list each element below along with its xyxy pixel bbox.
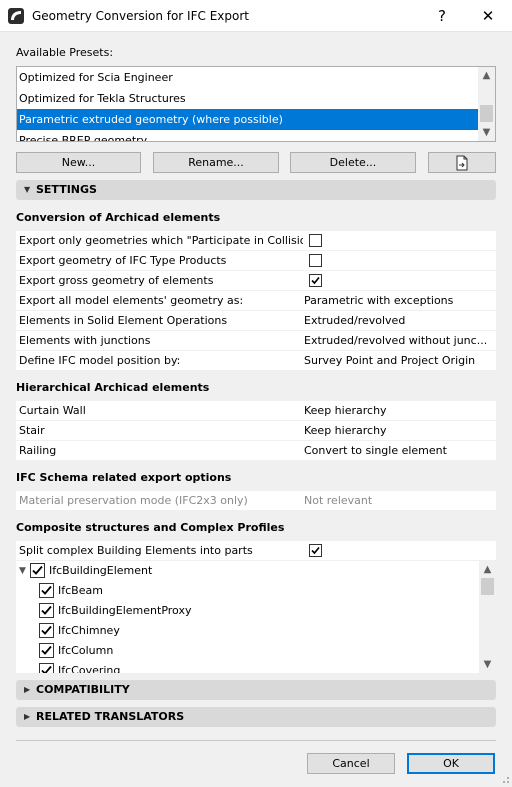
setting-row[interactable]: Elements in Solid Element Operations Ext… xyxy=(16,311,496,330)
tree-checkbox[interactable] xyxy=(39,623,54,638)
model-position-value[interactable]: Survey Point and Project Origin xyxy=(304,354,490,367)
setting-row[interactable]: Curtain Wall Keep hierarchy xyxy=(16,401,496,420)
checkmark-icon xyxy=(311,546,320,555)
checkmark-icon xyxy=(41,605,52,615)
checkmark-icon xyxy=(311,276,320,285)
hierarchical-group-title: Hierarchical Archicad elements xyxy=(16,381,210,394)
new-preset-button[interactable]: New... xyxy=(16,152,141,173)
collapse-arrow-icon: ▼ xyxy=(24,185,31,194)
checkmark-icon xyxy=(41,665,52,673)
presets-label: Available Presets: xyxy=(16,46,114,59)
scroll-thumb[interactable] xyxy=(480,105,493,122)
title-bar: Geometry Conversion for IFC Export ? ✕ xyxy=(0,0,512,32)
tree-scrollbar[interactable]: ▲ ▼ xyxy=(479,561,496,673)
delete-preset-button[interactable]: Delete... xyxy=(290,152,416,173)
stair-value[interactable]: Keep hierarchy xyxy=(304,424,490,437)
archicad-logo-icon xyxy=(8,8,24,24)
setting-row[interactable]: Export gross geometry of elements xyxy=(16,271,496,290)
participate-collision-checkbox[interactable] xyxy=(309,234,322,247)
cancel-button[interactable]: Cancel xyxy=(307,753,395,774)
help-icon[interactable]: ? xyxy=(432,6,452,26)
material-mode-value: Not relevant xyxy=(304,494,373,507)
scroll-down-icon[interactable]: ▼ xyxy=(479,656,496,673)
tree-checkbox[interactable] xyxy=(39,663,54,673)
scroll-up-icon[interactable]: ▲ xyxy=(479,561,496,578)
ok-button[interactable]: OK xyxy=(407,753,495,774)
split-elements-checkbox[interactable] xyxy=(309,544,322,557)
setting-row[interactable]: Export all model elements' geometry as: … xyxy=(16,291,496,310)
resize-grip-icon[interactable] xyxy=(500,774,510,784)
scroll-thumb[interactable] xyxy=(481,578,494,595)
expand-chevron-icon[interactable]: ▼ xyxy=(19,566,26,576)
geometry-mode-value[interactable]: Parametric with exceptions xyxy=(304,294,490,307)
rename-preset-button[interactable]: Rename... xyxy=(153,152,279,173)
setting-row[interactable]: Elements with junctions Extruded/revolve… xyxy=(16,331,496,350)
conversion-group-title: Conversion of Archicad elements xyxy=(16,211,221,224)
checkmark-icon xyxy=(41,625,52,635)
scroll-down-icon[interactable]: ▼ xyxy=(478,124,495,141)
tree-checkbox[interactable] xyxy=(39,643,54,658)
curtain-wall-value[interactable]: Keep hierarchy xyxy=(304,404,490,417)
checkmark-icon xyxy=(41,585,52,595)
related-translators-section-header[interactable]: ▶ RELATED TRANSLATORS xyxy=(16,707,496,727)
close-icon[interactable]: ✕ xyxy=(478,6,498,26)
composite-group-title: Composite structures and Complex Profile… xyxy=(16,521,285,534)
expand-arrow-icon: ▶ xyxy=(24,712,31,721)
type-products-checkbox[interactable] xyxy=(309,254,322,267)
seo-elements-value[interactable]: Extruded/revolved xyxy=(304,314,490,327)
setting-row[interactable]: Split complex Building Elements into par… xyxy=(16,541,496,560)
tree-checkbox[interactable] xyxy=(30,563,45,578)
schema-group-title: IFC Schema related export options xyxy=(16,471,232,484)
window-title: Geometry Conversion for IFC Export xyxy=(32,9,249,23)
railing-value[interactable]: Convert to single element xyxy=(304,444,490,457)
junctions-value[interactable]: Extruded/revolved without junc... xyxy=(304,334,490,347)
tree-checkbox[interactable] xyxy=(39,583,54,598)
expand-arrow-icon: ▶ xyxy=(24,685,31,694)
divider xyxy=(16,740,496,741)
preset-item[interactable]: Optimized for Scia Engineer xyxy=(17,67,479,88)
import-preset-button[interactable] xyxy=(428,152,496,173)
preset-item[interactable]: Optimized for Tekla Structures xyxy=(17,88,479,109)
checkmark-icon xyxy=(41,645,52,655)
gross-geometry-checkbox[interactable] xyxy=(309,274,322,287)
settings-section-header[interactable]: ▼ SETTINGS xyxy=(16,180,496,200)
setting-row[interactable]: Stair Keep hierarchy xyxy=(16,421,496,440)
presets-list[interactable]: Optimized for Scia Engineer Optimized fo… xyxy=(16,66,496,142)
import-preset-icon xyxy=(456,155,468,171)
preset-item[interactable]: Precise BREP geometry xyxy=(17,130,479,141)
element-type-tree[interactable]: ▼ IfcBuildingElement IfcBeam IfcBuilding… xyxy=(16,561,496,673)
setting-row-disabled: Material preservation mode (IFC2x3 only)… xyxy=(16,491,496,510)
setting-row[interactable]: Define IFC model position by: Survey Poi… xyxy=(16,351,496,370)
setting-row[interactable]: Export geometry of IFC Type Products xyxy=(16,251,496,270)
setting-row[interactable]: Export only geometries which "Participat… xyxy=(16,231,496,250)
setting-row[interactable]: Railing Convert to single element xyxy=(16,441,496,460)
tree-checkbox[interactable] xyxy=(39,603,54,618)
presets-scrollbar[interactable]: ▲ ▼ xyxy=(478,67,495,141)
compatibility-section-header[interactable]: ▶ COMPATIBILITY xyxy=(16,680,496,700)
scroll-up-icon[interactable]: ▲ xyxy=(478,67,495,84)
checkmark-icon xyxy=(32,565,43,575)
preset-item-selected[interactable]: Parametric extruded geometry (where poss… xyxy=(17,109,479,130)
